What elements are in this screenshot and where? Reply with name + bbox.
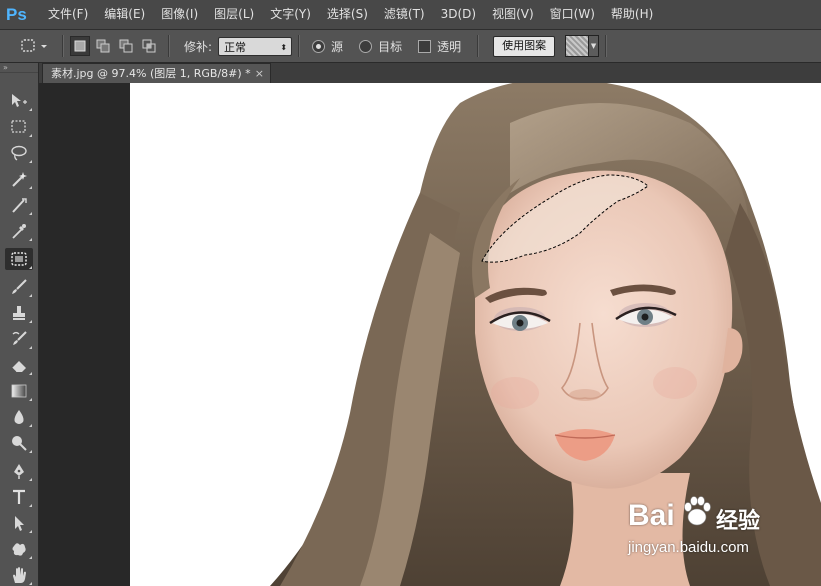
menu-filter[interactable]: 滤镜(T) xyxy=(376,0,433,29)
menu-image[interactable]: 图像(I) xyxy=(153,0,206,29)
eraser-tool[interactable] xyxy=(5,354,33,376)
patch-tool-icon xyxy=(11,252,27,266)
menu-bar: Ps 文件(F) 编辑(E) 图像(I) 图层(L) 文字(Y) 选择(S) 滤… xyxy=(0,0,821,30)
watermark-url: jingyan.baidu.com xyxy=(628,539,749,556)
menu-help[interactable]: 帮助(H) xyxy=(603,0,661,29)
lasso-icon xyxy=(11,145,27,161)
path-selection-icon xyxy=(15,516,24,531)
patch-tool-preset-icon xyxy=(21,39,47,52)
close-icon[interactable]: × xyxy=(255,64,264,83)
subtract-selection-button[interactable] xyxy=(116,36,136,56)
blur-icon xyxy=(14,410,24,424)
history-brush-tool[interactable] xyxy=(5,328,33,350)
type-icon xyxy=(13,489,25,504)
type-tool[interactable] xyxy=(5,486,33,508)
pattern-dropdown-icon[interactable]: ▼ xyxy=(589,35,600,57)
transparent-checkbox[interactable] xyxy=(418,39,432,53)
subtract-selection-icon xyxy=(119,39,133,53)
separator xyxy=(605,35,608,57)
pattern-swatch[interactable] xyxy=(565,35,590,57)
magic-wand-icon xyxy=(12,172,27,187)
eyedropper-icon xyxy=(12,224,26,239)
tool-preset-picker[interactable] xyxy=(12,33,56,59)
move-icon xyxy=(12,94,27,107)
patch-label: 修补: xyxy=(184,39,213,54)
menu-type[interactable]: 文字(Y) xyxy=(262,0,319,29)
separator xyxy=(168,35,170,57)
menu-select[interactable]: 选择(S) xyxy=(319,0,376,29)
patch-mode-select[interactable]: 正常 ⬍ xyxy=(218,36,293,56)
custom-shape-tool[interactable] xyxy=(5,538,33,560)
crop-icon xyxy=(12,198,27,213)
source-label: 源 xyxy=(331,39,344,54)
brush-icon xyxy=(12,279,27,294)
menu-3d[interactable]: 3D(D) xyxy=(433,0,484,29)
separator xyxy=(477,35,480,57)
clone-stamp-icon xyxy=(13,306,25,320)
source-radio[interactable] xyxy=(312,39,326,53)
add-selection-icon xyxy=(96,39,110,53)
menu-layer[interactable]: 图层(L) xyxy=(206,0,262,29)
magic-wand-tool[interactable] xyxy=(5,168,33,190)
document-tab-strip: 素材.jpg @ 97.4% (图层 1, RGB/8#) * × xyxy=(39,63,821,83)
eyedropper-tool[interactable] xyxy=(5,220,33,242)
custom-shape-icon xyxy=(12,543,26,556)
use-pattern-button[interactable]: 使用图案 xyxy=(493,35,556,57)
add-selection-button[interactable] xyxy=(93,36,113,56)
dodge-icon xyxy=(12,436,27,451)
select-arrows-icon: ⬍ xyxy=(280,42,288,52)
patch-tool[interactable] xyxy=(5,248,33,270)
pen-tool[interactable] xyxy=(5,460,33,482)
lasso-tool[interactable] xyxy=(5,142,33,164)
target-label: 目标 xyxy=(378,39,403,54)
patch-mode-value: 正常 xyxy=(224,40,247,54)
hand-tool[interactable] xyxy=(5,564,33,586)
marquee-icon xyxy=(11,120,26,133)
watermark-jingyan: 经验 xyxy=(716,508,761,533)
transparent-label: 透明 xyxy=(437,39,462,54)
blur-tool[interactable] xyxy=(5,406,33,428)
eraser-icon xyxy=(11,361,26,373)
gradient-tool[interactable] xyxy=(5,380,33,402)
menu-file[interactable]: 文件(F) xyxy=(40,0,96,29)
target-radio[interactable] xyxy=(359,39,373,53)
options-bar: 修补: 正常 ⬍ 源 目标 透明 使用图案 ▼ xyxy=(0,30,821,63)
crop-tool[interactable] xyxy=(5,194,33,216)
marquee-tool[interactable] xyxy=(5,116,33,138)
new-selection-button[interactable] xyxy=(70,36,90,56)
brush-tool[interactable] xyxy=(5,276,33,298)
panel-grip-icon[interactable]: » xyxy=(0,63,38,73)
gradient-icon xyxy=(11,384,27,398)
document-tab-title: 素材.jpg @ 97.4% (图层 1, RGB/8#) * xyxy=(51,67,251,80)
path-selection-tool[interactable] xyxy=(5,512,33,534)
menu-edit[interactable]: 编辑(E) xyxy=(96,0,153,29)
intersect-selection-icon xyxy=(142,39,156,53)
clone-stamp-tool[interactable] xyxy=(5,302,33,324)
history-brush-icon xyxy=(12,331,27,345)
baidu-watermark: Bai 经验 jingyan.baidu.com xyxy=(628,495,818,575)
photoshop-logo: Ps xyxy=(6,4,27,24)
pen-icon xyxy=(14,464,24,479)
separator xyxy=(62,35,64,57)
separator xyxy=(298,35,301,57)
intersect-selection-button[interactable] xyxy=(139,36,159,56)
baidu-paw-icon xyxy=(684,496,711,526)
menu-window[interactable]: 窗口(W) xyxy=(542,0,603,29)
menu-view[interactable]: 视图(V) xyxy=(484,0,542,29)
document-canvas[interactable]: Bai 经验 jingyan.baidu.com xyxy=(130,83,821,586)
document-tab[interactable]: 素材.jpg @ 97.4% (图层 1, RGB/8#) * × xyxy=(42,63,271,83)
watermark-brand: Bai xyxy=(628,499,675,532)
hand-icon xyxy=(13,567,26,583)
new-selection-icon xyxy=(74,40,86,52)
move-tool[interactable] xyxy=(5,90,33,112)
dodge-tool[interactable] xyxy=(5,432,33,454)
tools-panel: » xyxy=(0,63,39,586)
